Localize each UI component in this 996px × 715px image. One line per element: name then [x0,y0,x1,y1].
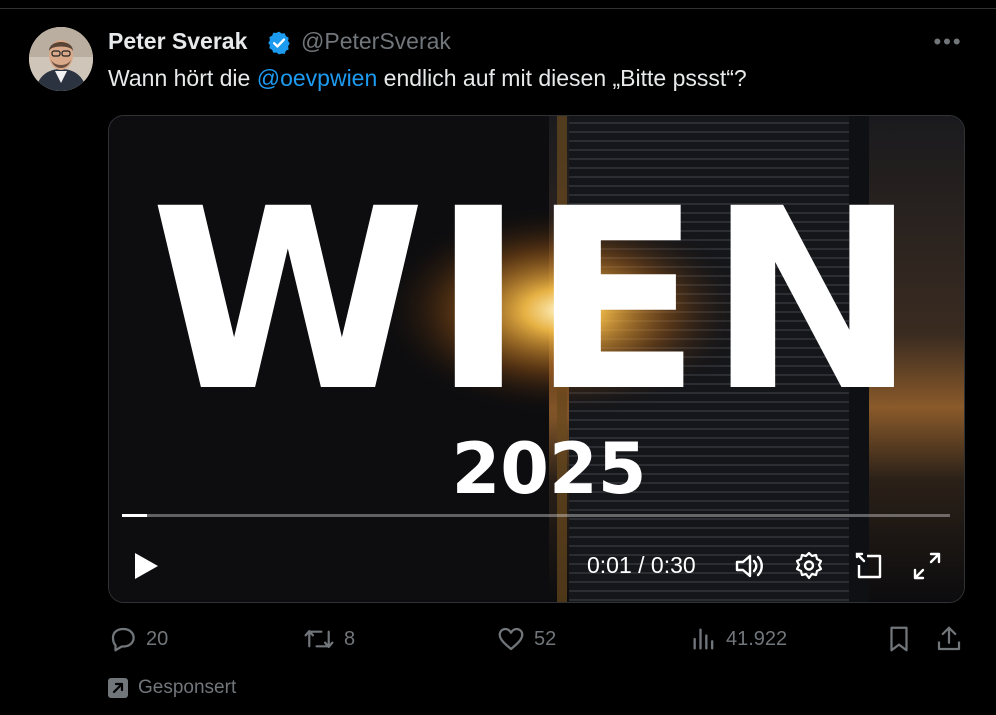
tweet[interactable]: Peter Sverak @PeterSverak ••• Wann hört … [0,0,996,715]
views-chart-icon [693,628,714,650]
repost-button[interactable]: 8 [302,624,355,654]
reply-button[interactable]: 20 [108,624,168,654]
share-icon [937,626,961,651]
like-button[interactable]: 52 [496,624,556,654]
repost-count: 8 [344,627,356,650]
author-handle[interactable]: @PeterSverak [301,28,451,55]
play-icon[interactable] [131,550,161,582]
post-text-start: Wann hört die [108,65,257,91]
video-progress-bar[interactable] [122,514,950,517]
video-title: WIEN [150,155,923,446]
views-button[interactable]: 41.922 [690,624,787,654]
reply-icon [111,627,135,652]
picture-in-picture-icon[interactable] [853,550,885,582]
divider [0,0,996,9]
bookmark-icon [890,626,908,652]
promoted-arrow-icon [108,678,128,698]
video-year: 2025 [451,428,647,510]
video-progress-fill [122,514,147,517]
author-name[interactable]: Peter Sverak [108,28,247,55]
post-text-end: endlich auf mit diesen „Bitte pssst“? [377,65,747,91]
sponsored-label: Gesponsert [138,677,237,698]
mention-link[interactable]: @oevpwien [257,65,378,91]
repost-icon [304,630,334,648]
like-count: 52 [534,627,557,650]
avatar[interactable] [29,27,93,91]
video-player[interactable]: WIEN 2025 0:01 / 0:30 [108,115,965,603]
view-count: 41.922 [726,627,788,650]
fullscreen-icon[interactable] [911,550,943,582]
verified-badge-icon[interactable] [266,30,292,56]
share-button[interactable] [934,624,972,654]
video-time: 0:01 / 0:30 [587,552,696,578]
sponsored-row[interactable]: Gesponsert [108,676,236,700]
volume-icon[interactable] [733,550,765,582]
post-text: Wann hört die @oevpwien endlich auf mit … [108,65,747,92]
reply-count: 20 [146,627,169,650]
settings-gear-icon[interactable] [793,550,825,582]
more-options-icon[interactable]: ••• [932,28,964,56]
bookmark-button[interactable] [884,624,922,654]
heart-icon [498,627,524,651]
